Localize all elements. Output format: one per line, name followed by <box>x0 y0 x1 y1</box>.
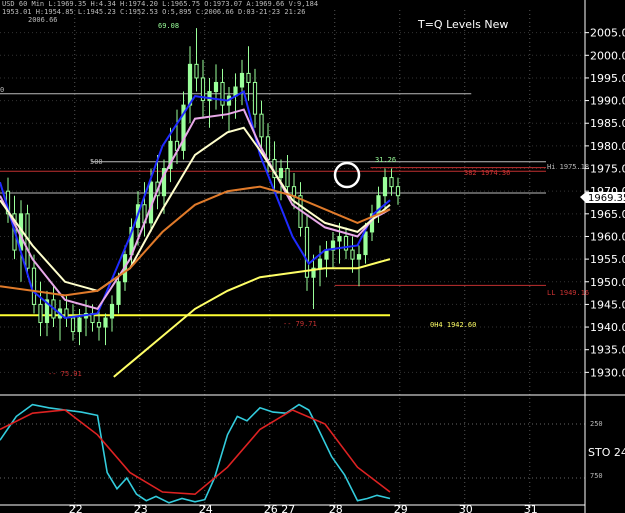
study-title: T=Q Levels New <box>417 18 508 31</box>
y-tick-label: 1960.00 <box>590 230 625 243</box>
candle-body <box>77 317 82 333</box>
y-tick-label: 1965.00 <box>590 208 625 221</box>
candles <box>5 28 401 346</box>
y-tick-label: 1930.00 <box>590 366 625 379</box>
peak-value: 69.08 <box>158 22 179 30</box>
candle-body <box>382 177 388 197</box>
candle-body <box>213 81 219 93</box>
candle-body <box>265 136 271 160</box>
hh-label: Hi 1975.18 <box>547 163 589 171</box>
sto-level-bottom-label: 750 <box>590 472 603 480</box>
y-tick-label: 1985.00 <box>590 117 625 130</box>
axes: 1930.00 1935.00 1940.00 1945.00 1950.00 1955.… <box>0 0 625 513</box>
candle-body <box>350 249 355 260</box>
x-tick-label: 26 27 <box>264 503 296 513</box>
x-tick-label: 30 <box>459 503 473 513</box>
ma-line-ema_white <box>0 126 391 292</box>
y-tick-label: 1955.00 <box>590 253 625 266</box>
top-left-value: 2006.66 <box>28 16 58 24</box>
y-tick-label: 1935.00 <box>590 344 625 357</box>
candle-body <box>337 235 342 242</box>
mid-label: -- 79.71 <box>283 320 317 328</box>
header-info-line-2: 1953.01 H:1954.85 L:1945.23 C:1952.53 O:… <box>2 8 305 16</box>
candle-body <box>187 63 193 106</box>
candle-body <box>259 113 264 138</box>
pivot-label: 0H4 1942.60 <box>430 321 476 329</box>
level-500-label: 500 <box>90 158 103 166</box>
candle-body <box>278 168 284 179</box>
x-tick-label: 29 <box>394 503 408 513</box>
candle-body <box>31 267 37 305</box>
price-chart: 1930.00 1935.00 1940.00 1945.00 1950.00 1955.… <box>0 0 625 513</box>
candle-body <box>252 81 258 115</box>
chart-root: 1930.00 1935.00 1940.00 1945.00 1950.00 1955.… <box>0 0 625 513</box>
candle-body <box>246 72 251 83</box>
ma-line-ma_yellow <box>113 258 391 378</box>
candle-body <box>38 303 43 324</box>
highlight-circle <box>333 161 361 189</box>
y-tick-label: 2000.00 <box>590 49 625 62</box>
level-left-top-label: 0 <box>0 86 4 94</box>
sto-panel <box>0 403 585 504</box>
candle-body <box>356 254 362 260</box>
y-tick-label: 1975.00 <box>590 163 625 176</box>
ma-lines <box>0 89 391 378</box>
candle-body <box>70 317 76 333</box>
low-value: -- 75.91 <box>48 370 82 378</box>
x-tick-label: 28 <box>329 503 343 513</box>
fib-label: 382 1974.36 <box>464 169 510 177</box>
x-tick-label: 22 <box>69 503 83 513</box>
candle-body <box>389 177 394 188</box>
x-tick-label: 23 <box>134 503 148 513</box>
y-tick-label: 1995.00 <box>590 72 625 85</box>
candle-body <box>103 317 108 328</box>
sto-line-sto <box>0 403 391 504</box>
y-tick-label: 2005.00 <box>590 27 625 40</box>
x-tick-label: 31 <box>524 503 538 513</box>
candle-body <box>96 322 102 328</box>
sto-line-signal <box>0 409 391 496</box>
candle-body <box>116 281 121 305</box>
candle-body <box>291 186 297 197</box>
lo-label: LL 1949.16 <box>547 289 589 297</box>
y-tick-label: 1990.00 <box>590 95 625 108</box>
candle-body <box>285 168 290 188</box>
candle-body <box>239 72 245 88</box>
ma-line-ema_pink <box>0 108 391 311</box>
candle-body <box>109 303 115 319</box>
candle-body <box>194 63 199 79</box>
current-price-value: 1969.35 <box>588 193 625 204</box>
candle-body <box>324 249 329 260</box>
y-tick-label: 1945.00 <box>590 298 625 311</box>
y-tick-label: 1980.00 <box>590 140 625 153</box>
grid <box>0 10 585 505</box>
header-info-line: USD 60 Min L:1969.35 H:4.34 H:1974.20 L:… <box>2 0 318 8</box>
candle-body <box>395 186 401 197</box>
y-tick-label: 1940.00 <box>590 321 625 334</box>
y-tick-label: 1950.00 <box>590 276 625 289</box>
candle-body <box>317 258 323 269</box>
current-price-tag: 1969.35 <box>580 192 625 204</box>
sto-level-top-label: 250 <box>590 420 603 428</box>
near-top-right-value: 31.26 <box>375 156 396 164</box>
x-tick-label: 24 <box>199 503 213 513</box>
candle-body <box>220 81 225 106</box>
sto-label: STO 24 <box>588 446 625 459</box>
candle-body <box>363 231 368 256</box>
